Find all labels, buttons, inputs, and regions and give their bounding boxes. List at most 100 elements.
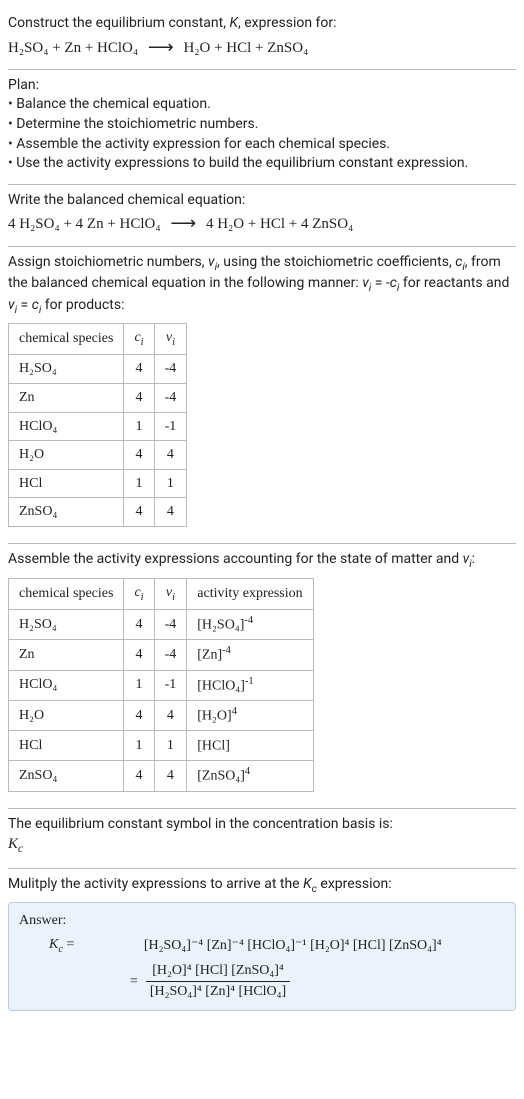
table-row: HCl11[HCl] <box>9 731 314 761</box>
cell-ci: 1 <box>124 731 154 761</box>
cell-activity: [H₂SO₄]-4 <box>187 610 313 640</box>
cell-vi: -4 <box>154 610 187 640</box>
balanced-section: Write the balanced chemical equation: 4 … <box>8 185 516 247</box>
col-vi: νi <box>154 578 187 609</box>
cell-activity: [ZnSO₄]4 <box>187 761 313 791</box>
prompt-section: Construct the equilibrium constant, K, e… <box>8 8 516 70</box>
cell-ci: 4 <box>124 700 154 730</box>
cell-ci: 4 <box>124 610 154 640</box>
reaction-arrow-icon: ⟶ <box>164 211 202 236</box>
cell-species: ZnSO₄ <box>9 761 124 791</box>
cell-ci: 4 <box>124 761 154 791</box>
plan-section: Plan: • Balance the chemical equation. •… <box>8 70 516 185</box>
answer-box: Answer: Kc = [H₂SO₄]⁻⁴ [Zn]⁻⁴ [HClO₄]⁻¹ … <box>8 902 516 1010</box>
basis-section: The equilibrium constant symbol in the c… <box>8 809 516 869</box>
table-row: Zn4-4 <box>9 384 187 413</box>
cell-ci: 4 <box>124 384 154 413</box>
plan-item: • Determine the stoichiometric numbers. <box>8 115 516 135</box>
col-species: chemical species <box>9 578 124 609</box>
cell-ci: 1 <box>124 670 154 700</box>
cell-species: H₂O <box>9 441 124 470</box>
equals-sign: = <box>49 972 138 992</box>
cell-vi: 1 <box>154 731 187 761</box>
col-activity: activity expression <box>187 578 313 609</box>
table-row: H₂O44 <box>9 441 187 470</box>
activity-table: chemical species ci νi activity expressi… <box>8 578 314 792</box>
plan-item: • Assemble the activity expression for e… <box>8 135 516 155</box>
cell-vi: -1 <box>154 412 187 441</box>
cell-species: H₂SO₄ <box>9 610 124 640</box>
table-row: H₂SO₄4-4 <box>9 355 187 384</box>
balanced-rhs: 4 H₂O + HCl + 4 ZnSO₄ <box>206 216 353 232</box>
cell-species: Zn <box>9 640 124 670</box>
cell-species: HCl <box>9 731 124 761</box>
construct-line: Construct the equilibrium constant, K, e… <box>8 14 516 34</box>
cell-ci: 4 <box>124 640 154 670</box>
cell-ci: 4 <box>124 355 154 384</box>
table-header-row: chemical species ci νi activity expressi… <box>9 578 314 609</box>
activity-section: Assemble the activity expressions accoun… <box>8 544 516 808</box>
kc-line1: [H₂SO₄]⁻⁴ [Zn]⁻⁴ [HClO₄]⁻¹ [H₂O]⁴ [HCl] … <box>144 936 505 956</box>
cell-vi: 1 <box>154 469 187 498</box>
cell-vi: 4 <box>154 700 187 730</box>
kc-fraction: [H₂O]⁴ [HCl] [ZnSO₄]⁴ [H₂SO₄]⁴ [Zn]⁴ [HC… <box>144 961 505 1001</box>
cell-vi: -4 <box>154 355 187 384</box>
multiply-heading: Mulitply the activity expressions to arr… <box>8 875 516 896</box>
fraction-numerator: [H₂O]⁴ [HCl] [ZnSO₄]⁴ <box>146 961 290 982</box>
multiply-section: Mulitply the activity expressions to arr… <box>8 869 516 1021</box>
cell-vi: -4 <box>154 384 187 413</box>
fraction-denominator: [H₂SO₄]⁴ [Zn]⁴ [HClO₄] <box>146 982 290 1002</box>
table-row: HCl11 <box>9 469 187 498</box>
plan-item: • Use the activity expressions to build … <box>8 154 516 174</box>
cell-vi: 4 <box>154 441 187 470</box>
cell-ci: 1 <box>124 469 154 498</box>
kc-symbol: Kc = <box>49 935 138 957</box>
col-ci: ci <box>124 323 154 354</box>
cell-vi: -4 <box>154 640 187 670</box>
stoich-section: Assign stoichiometric numbers, νi, using… <box>8 247 516 545</box>
cell-activity: [HClO₄]-1 <box>187 670 313 700</box>
cell-species: H₂O <box>9 700 124 730</box>
cell-species: ZnSO₄ <box>9 498 124 527</box>
activity-heading: Assemble the activity expressions accoun… <box>8 550 516 571</box>
cell-ci: 4 <box>124 498 154 527</box>
stoich-heading: Assign stoichiometric numbers, νi, using… <box>8 253 516 317</box>
table-row: H₂SO₄4-4[H₂SO₄]-4 <box>9 610 314 640</box>
answer-label: Answer: <box>19 911 505 931</box>
construct-text: Construct the equilibrium constant, K, e… <box>8 15 337 31</box>
cell-ci: 1 <box>124 412 154 441</box>
balanced-heading: Write the balanced chemical equation: <box>8 191 516 211</box>
cell-species: HCl <box>9 469 124 498</box>
table-row: HClO₄1-1[HClO₄]-1 <box>9 670 314 700</box>
col-ci: ci <box>124 578 154 609</box>
plan-heading: Plan: <box>8 76 516 96</box>
table-row: H₂O44[H₂O]4 <box>9 700 314 730</box>
cell-vi: -1 <box>154 670 187 700</box>
stoich-table: chemical species ci νi H₂SO₄4-4 Zn4-4 HC… <box>8 323 187 527</box>
cell-vi: 4 <box>154 761 187 791</box>
table-row: HClO₄1-1 <box>9 412 187 441</box>
balanced-equation: 4 H₂SO₄ + 4 Zn + HClO₄ ⟶ 4 H₂O + HCl + 4… <box>8 210 516 235</box>
table-row: ZnSO₄44[ZnSO₄]4 <box>9 761 314 791</box>
table-header-row: chemical species ci νi <box>9 323 187 354</box>
unbalanced-equation: H₂SO₄ + Zn + HClO₄ ⟶ H₂O + HCl + ZnSO₄ <box>8 34 516 59</box>
cell-species: Zn <box>9 384 124 413</box>
answer-equations: Kc = [H₂SO₄]⁻⁴ [Zn]⁻⁴ [HClO₄]⁻¹ [H₂O]⁴ [… <box>49 935 505 1002</box>
equation-rhs: H₂O + HCl + ZnSO₄ <box>183 40 308 56</box>
cell-activity: [HCl] <box>187 731 313 761</box>
table-row: Zn4-4[Zn]-4 <box>9 640 314 670</box>
col-species: chemical species <box>9 323 124 354</box>
cell-species: HClO₄ <box>9 412 124 441</box>
plan-item: • Balance the chemical equation. <box>8 95 516 115</box>
cell-species: HClO₄ <box>9 670 124 700</box>
table-row: ZnSO₄44 <box>9 498 187 527</box>
col-vi: νi <box>154 323 187 354</box>
cell-activity: [Zn]-4 <box>187 640 313 670</box>
reaction-arrow-icon: ⟶ <box>142 35 180 60</box>
cell-vi: 4 <box>154 498 187 527</box>
cell-species: H₂SO₄ <box>9 355 124 384</box>
equation-lhs: H₂SO₄ + Zn + HClO₄ <box>8 40 138 56</box>
balanced-lhs: 4 H₂SO₄ + 4 Zn + HClO₄ <box>8 216 161 232</box>
cell-activity: [H₂O]4 <box>187 700 313 730</box>
basis-symbol: Kc <box>8 834 516 858</box>
